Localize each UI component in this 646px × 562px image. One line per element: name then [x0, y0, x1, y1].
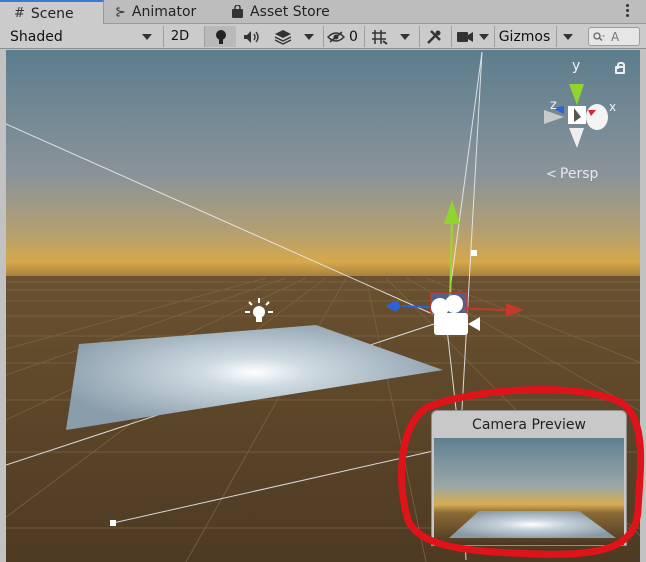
more-options-icon[interactable] [626, 3, 630, 19]
tab-asset-store-label: Asset Store [250, 4, 330, 20]
hidden-eye-icon [327, 30, 346, 43]
chevron-down-icon [142, 33, 152, 40]
camera-preview-panel: Camera Preview [431, 410, 627, 546]
camera-preview-view [434, 438, 624, 545]
camera-dropdown[interactable] [477, 26, 491, 47]
shopping-bag-icon [231, 5, 244, 19]
scene-visibility-toggle[interactable]: 0 [323, 26, 361, 47]
search-placeholder: A [611, 29, 620, 44]
grid-icon: # [14, 6, 25, 21]
axis-z-label: z [550, 98, 557, 113]
hidden-count: 0 [349, 28, 358, 45]
gizmos-button[interactable]: Gizmos [494, 26, 554, 47]
grid-snap-icon [371, 29, 388, 45]
draw-mode-dropdown[interactable]: Shaded [4, 26, 156, 47]
axis-x-label: x [609, 100, 617, 114]
tab-scene[interactable]: # Scene [0, 0, 104, 25]
lock-icon[interactable] [615, 62, 625, 74]
scene-toolbar: Shaded 2D 0 Gizmos A [0, 24, 646, 49]
chevron-down-icon [400, 33, 410, 40]
tools-button[interactable] [419, 26, 447, 47]
speaker-icon [244, 30, 259, 43]
tab-scene-label: Scene [30, 5, 74, 22]
animator-icon: ⊱ [115, 4, 126, 20]
frustum-handle[interactable] [110, 520, 116, 526]
toggle-2d-label: 2D [170, 29, 190, 44]
grid-dropdown[interactable] [395, 26, 415, 47]
perspective-icon: < [546, 166, 557, 182]
effects-dropdown[interactable] [299, 26, 319, 47]
chevron-down-icon [304, 33, 314, 40]
tab-animator-label: Animator [131, 4, 197, 20]
tab-animator[interactable]: ⊱ Animator [115, 0, 221, 24]
tab-bar: # Scene ⊱ Animator Asset Store [0, 0, 646, 25]
camera-preview-title: Camera Preview [472, 416, 586, 433]
tools-icon [426, 29, 441, 44]
grid-snap-toggle[interactable] [364, 26, 394, 47]
frustum-handle[interactable] [471, 250, 477, 256]
gizmos-dropdown[interactable] [556, 26, 578, 47]
lighting-toggle[interactable] [204, 26, 236, 47]
draw-mode-value: Shaded [10, 28, 63, 45]
toggle-2d-button[interactable]: 2D [163, 26, 196, 47]
search-input[interactable]: A [588, 27, 640, 46]
tab-asset-store[interactable]: Asset Store [231, 0, 351, 24]
audio-toggle[interactable] [237, 26, 267, 47]
chevron-down-icon [479, 33, 489, 40]
camera-settings-button[interactable] [451, 26, 477, 47]
projection-toggle[interactable]: < Persp [546, 166, 598, 182]
layers-icon [274, 29, 292, 45]
chevron-down-icon [562, 33, 573, 40]
effects-toggle[interactable] [268, 26, 298, 47]
video-camera-icon [456, 31, 473, 42]
lightbulb-icon [215, 29, 226, 44]
projection-label: Persp [559, 166, 599, 182]
gizmos-label: Gizmos [498, 28, 551, 45]
search-icon [593, 31, 605, 41]
axis-y-label: y [572, 58, 581, 74]
